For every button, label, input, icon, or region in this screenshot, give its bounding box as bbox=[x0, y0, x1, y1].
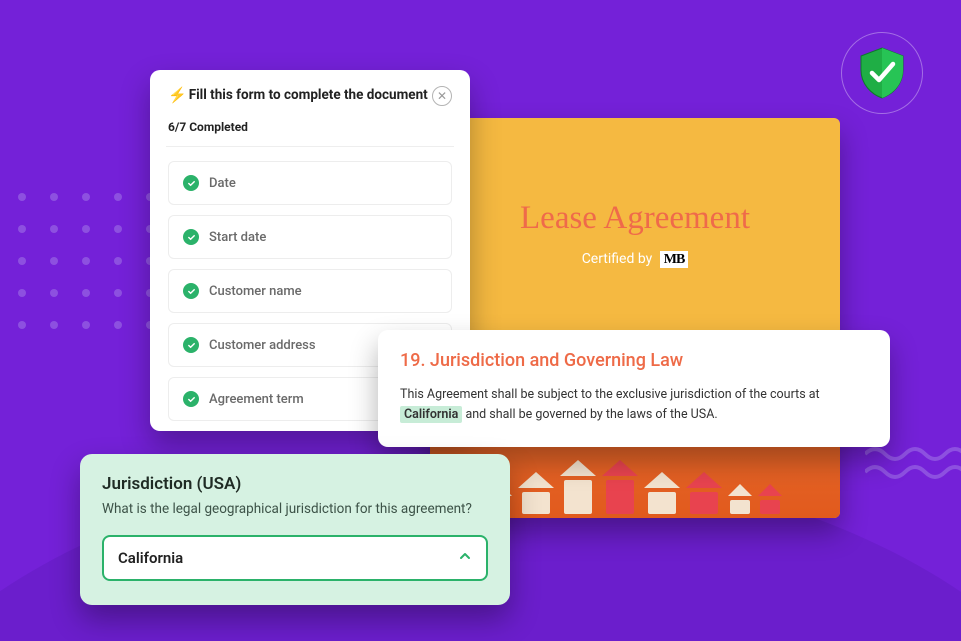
field-start-date[interactable]: Start date bbox=[168, 215, 452, 259]
field-label: Date bbox=[209, 176, 236, 191]
bolt-icon: ⚡ bbox=[168, 86, 187, 104]
jurisdiction-value: California bbox=[118, 549, 183, 567]
field-label: Agreement term bbox=[209, 392, 304, 407]
lease-certified: Certified by MB bbox=[582, 251, 689, 268]
field-date[interactable]: Date bbox=[168, 161, 452, 205]
divider bbox=[166, 146, 454, 147]
form-title-text: Fill this form to complete the document bbox=[189, 87, 428, 103]
clause-before: This Agreement shall be subject to the e… bbox=[400, 387, 820, 402]
check-icon bbox=[183, 229, 199, 245]
check-icon bbox=[183, 175, 199, 191]
lease-certified-brand: MB bbox=[660, 251, 689, 268]
close-button[interactable]: ✕ bbox=[432, 86, 452, 106]
clause-body: This Agreement shall be subject to the e… bbox=[400, 385, 868, 425]
clause-after: and shall be governed by the laws of the… bbox=[462, 407, 717, 422]
field-label: Customer address bbox=[209, 338, 316, 353]
jurisdiction-card: Jurisdiction (USA) What is the legal geo… bbox=[80, 454, 510, 605]
jurisdiction-description: What is the legal geographical jurisdict… bbox=[102, 500, 488, 519]
field-label: Start date bbox=[209, 230, 266, 245]
jurisdiction-select[interactable]: California bbox=[102, 535, 488, 581]
check-icon bbox=[183, 337, 199, 353]
chevron-up-icon bbox=[458, 549, 472, 567]
form-title: ⚡ Fill this form to complete the documen… bbox=[168, 86, 428, 104]
check-icon bbox=[183, 391, 199, 407]
clause-highlight: California bbox=[400, 406, 462, 423]
close-icon: ✕ bbox=[437, 89, 447, 103]
clause-heading: 19. Jurisdiction and Governing Law bbox=[400, 350, 868, 371]
jurisdiction-label: Jurisdiction (USA) bbox=[102, 474, 488, 494]
field-customer-name[interactable]: Customer name bbox=[168, 269, 452, 313]
bg-waves bbox=[865, 442, 961, 482]
progress-text: 6/7 Completed bbox=[168, 120, 452, 134]
lease-title: Lease Agreement bbox=[520, 200, 750, 237]
shield-icon bbox=[857, 46, 907, 100]
clause-card: 19. Jurisdiction and Governing Law This … bbox=[378, 330, 890, 447]
check-icon bbox=[183, 283, 199, 299]
field-label: Customer name bbox=[209, 284, 302, 299]
canvas: Lease Agreement Certified by MB ⚡ Fill t… bbox=[0, 0, 961, 641]
shield-badge bbox=[841, 32, 923, 114]
lease-certified-prefix: Certified by bbox=[582, 251, 653, 267]
